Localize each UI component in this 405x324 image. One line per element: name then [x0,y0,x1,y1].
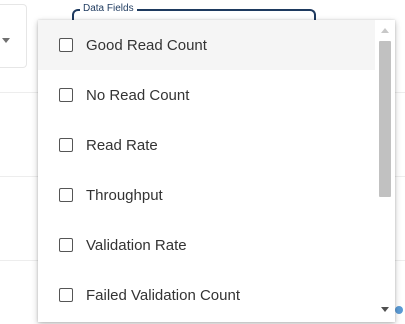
background-select[interactable] [0,4,27,68]
option-no-read-count[interactable]: No Read Count [38,70,375,120]
status-dot [395,306,403,314]
checkbox[interactable] [59,38,73,52]
option-label: Failed Validation Count [86,286,240,304]
triangle-down-icon[interactable] [381,307,389,312]
option-throughput[interactable]: Throughput [38,170,375,220]
option-failed-validation-count[interactable]: Failed Validation Count [38,270,375,320]
option-label: No Read Count [86,86,190,104]
checkbox[interactable] [59,288,73,302]
option-label: Validation Rate [86,236,187,254]
option-validation-rate[interactable]: Validation Rate [38,220,375,270]
option-good-read-count[interactable]: Good Read Count [38,20,375,70]
option-read-rate[interactable]: Read Rate [38,120,375,170]
option-label: Read Rate [86,136,158,154]
data-fields-dropdown: Good Read Count No Read Count Read Rate … [38,20,395,322]
scrollbar-thumb[interactable] [379,41,391,197]
data-fields-label: Data Fields [80,3,137,15]
checkbox[interactable] [59,188,73,202]
caret-down-icon [2,38,10,43]
scrollbar[interactable] [375,20,395,322]
checkbox[interactable] [59,88,73,102]
checkbox[interactable] [59,138,73,152]
checkbox[interactable] [59,238,73,252]
triangle-up-icon[interactable] [381,28,389,33]
option-label: Good Read Count [86,36,207,54]
option-label: Throughput [86,186,163,204]
